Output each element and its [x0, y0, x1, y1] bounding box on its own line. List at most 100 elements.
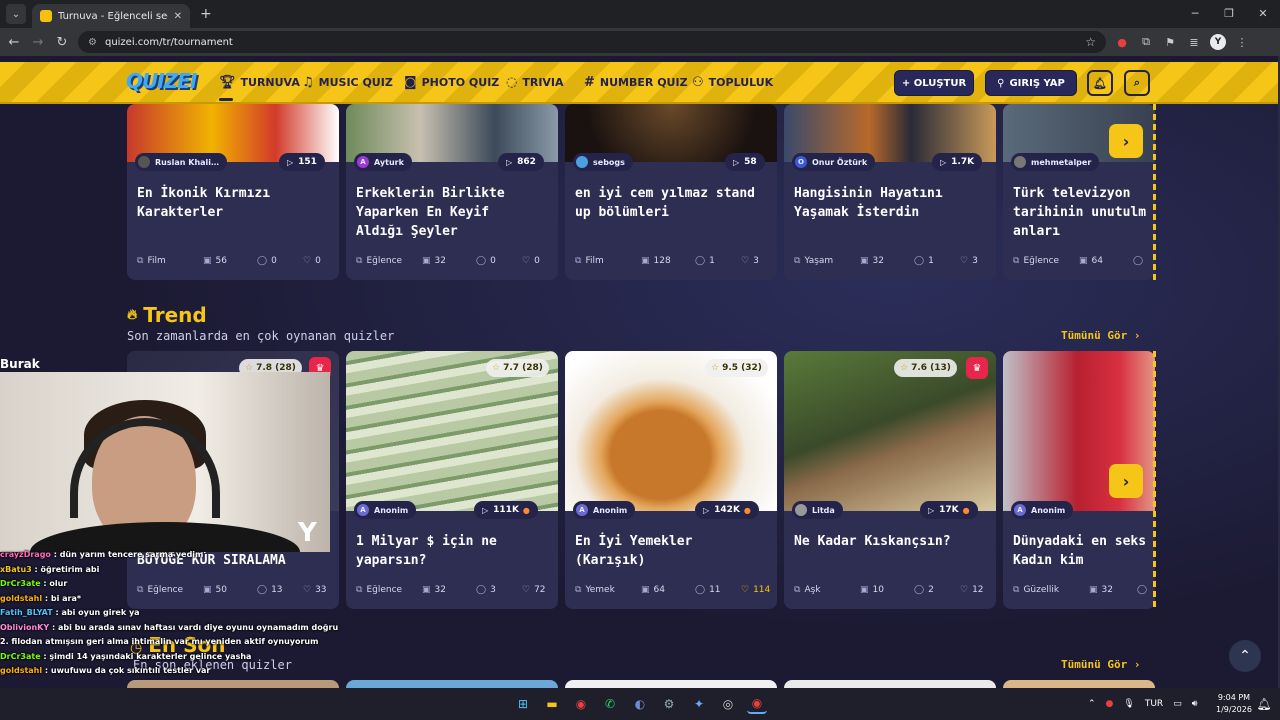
nav-topluluk[interactable]: ⚇ TOPLULUK: [692, 75, 773, 90]
restore-icon[interactable]: ❐: [1212, 0, 1246, 28]
tray-overflow-icon[interactable]: ⌃: [1088, 699, 1096, 709]
search-icon[interactable]: ⌕: [1124, 70, 1150, 96]
site-info-icon[interactable]: ⚙: [88, 37, 97, 48]
tray-app-icon[interactable]: ●: [1106, 699, 1114, 709]
quiz-card-peek[interactable]: [127, 680, 339, 688]
back-icon[interactable]: ←: [2, 35, 26, 50]
language-indicator[interactable]: TUR: [1145, 699, 1163, 709]
carousel-next-button[interactable]: ›: [1109, 124, 1143, 158]
quiz-title[interactable]: en iyi cem yılmaz stand up bölümleri: [575, 184, 775, 222]
chat-username[interactable]: OblivionKY: [0, 623, 49, 632]
quiz-title[interactable]: En İyi Yemekler (Karışık): [575, 532, 775, 570]
author-name: Onur Öztürk: [812, 157, 868, 167]
nav-turnuva[interactable]: 🏆︎ TURNUVA: [219, 75, 300, 90]
questions-icon: ▣: [641, 256, 650, 266]
network-icon[interactable]: ▭: [1173, 699, 1182, 709]
author-chip[interactable]: mehmetalper: [1011, 153, 1100, 171]
latest-see-all-link[interactable]: Tümünü Gör ›: [1061, 658, 1140, 671]
chat-username[interactable]: DrCr3ate: [0, 652, 41, 661]
author-chip[interactable]: A Anonim: [354, 501, 417, 519]
chat-username[interactable]: Fatih_BLYAT: [0, 608, 53, 617]
scroll-to-top-button[interactable]: ⌃: [1229, 640, 1261, 672]
url-bar[interactable]: ⚙ quizei.com/tr/tournament ☆: [78, 31, 1106, 53]
quiz-card-peek[interactable]: [346, 680, 558, 688]
new-tab-icon[interactable]: +: [200, 6, 212, 22]
nav-music-quiz[interactable]: ♫ MUSIC QUIZ: [302, 75, 393, 90]
quiz-card[interactable]: A Ayturk ▷ 862 Erkeklerin Birlikte Yaparke…: [346, 104, 558, 280]
nav-trivia[interactable]: ◌ TRIVIA: [506, 75, 564, 90]
play-icon: ▷: [733, 157, 740, 167]
nav-photo-quiz[interactable]: ◙ PHOTO QUIZ: [404, 75, 499, 90]
author-chip[interactable]: Litda: [792, 501, 843, 519]
quiz-title[interactable]: Erkeklerin Birlikte Yaparken En Keyif Al…: [356, 184, 556, 241]
nav-number-quiz[interactable]: # NUMBER QUIZ: [584, 75, 688, 90]
quiz-card[interactable]: Ruslan Khali… ▷ 151 En İkonik Kırmızı Kar…: [127, 104, 339, 280]
chat-username[interactable]: xBatu3: [0, 565, 32, 574]
category: Eğlence: [1023, 256, 1060, 266]
reload-icon[interactable]: ↻: [50, 35, 74, 50]
login-button[interactable]: ⚲ GIRIŞ YAP: [985, 70, 1077, 96]
file-explorer-icon[interactable]: ▬: [542, 694, 562, 714]
author-chip[interactable]: A Anonim: [1011, 501, 1074, 519]
create-button[interactable]: + OLUŞTUR: [894, 70, 974, 96]
chat-username[interactable]: goldstahl: [0, 594, 42, 603]
trend-see-all-link[interactable]: Tümünü Gör ›: [1061, 329, 1140, 342]
steam-icon[interactable]: ⚙: [659, 694, 679, 714]
bookmark-star-icon[interactable]: ☆: [1085, 35, 1096, 49]
extension-red-icon[interactable]: ●: [1110, 36, 1134, 49]
quiz-title[interactable]: 1 Milyar $ için ne yaparsın?: [356, 532, 556, 570]
chat-username[interactable]: goldstahl: [0, 666, 42, 675]
chrome-icon[interactable]: ◉: [571, 694, 591, 714]
browser-tab[interactable]: Turnuva - Eğlenceli seçimler ya ✕: [32, 4, 190, 28]
whatsapp-icon[interactable]: ✆: [600, 694, 620, 714]
extensions-puzzle-icon[interactable]: ⧉: [1134, 35, 1158, 49]
volume-icon[interactable]: 🔊︎: [1192, 699, 1198, 709]
chat-username[interactable]: DrCr3ate: [0, 579, 41, 588]
nav-label: MUSIC QUIZ: [318, 76, 393, 89]
notifications-icon[interactable]: 🔔︎: [1254, 694, 1274, 714]
author-chip[interactable]: A Anonim: [573, 501, 636, 519]
media-control-icon[interactable]: ≣: [1182, 36, 1206, 49]
app-icon[interactable]: ✦: [689, 694, 709, 714]
taskbar-clock[interactable]: 9:04 PM 1/9/2026: [1216, 692, 1252, 716]
carousel-next-button[interactable]: ›: [1109, 464, 1143, 498]
play-count: ▷ 1.7K: [932, 153, 983, 171]
microphone-icon[interactable]: 🎙︎: [1123, 699, 1134, 709]
quizei-logo[interactable]: QUIZEI: [126, 69, 197, 93]
quiz-card[interactable]: ☆ 7.7 (28) A Anonim ▷ 111K ● 1 Milyar $ için…: [346, 351, 558, 609]
obs-icon[interactable]: ◎: [718, 694, 738, 714]
profile-avatar[interactable]: Y: [1210, 34, 1226, 50]
quiz-title[interactable]: Hangisinin Hayatını Yaşamak İsterdin: [794, 184, 994, 222]
author-chip[interactable]: sebogs: [573, 153, 633, 171]
windows-start-icon[interactable]: ⊞: [513, 694, 533, 714]
chat-message: DrCr3ate : şimdi 14 yaşındaki karakterle…: [0, 651, 252, 661]
quiz-card-peek[interactable]: [1003, 680, 1155, 688]
quiz-card[interactable]: ☆ 9.5 (32) A Anonim ▷ 142K ● En İyi Yemekler…: [565, 351, 777, 609]
author-chip[interactable]: A Ayturk: [354, 153, 412, 171]
tab-search-icon[interactable]: ⌄: [6, 4, 26, 24]
close-window-icon[interactable]: ✕: [1246, 0, 1280, 28]
author-chip[interactable]: Ruslan Khali…: [135, 153, 228, 171]
author-chip[interactable]: O Onur Öztürk: [792, 153, 876, 171]
quiz-title[interactable]: En İkonik Kırmızı Karakterler: [137, 184, 337, 222]
close-tab-icon[interactable]: ✕: [174, 11, 182, 22]
minimize-icon[interactable]: ─: [1178, 0, 1212, 28]
url-text: quizei.com/tr/tournament: [104, 36, 233, 48]
discord-icon[interactable]: ◐: [630, 694, 650, 714]
like-count: 3: [753, 256, 759, 266]
quiz-card-peek[interactable]: [565, 680, 777, 688]
quiz-title[interactable]: Dünyadaki en seks Kadın kim: [1013, 532, 1155, 570]
forward-icon[interactable]: →: [26, 35, 50, 50]
quiz-card[interactable]: sebogs ▷ 58 en iyi cem yılmaz stand up bö…: [565, 104, 777, 280]
quiz-card-peek[interactable]: [784, 680, 996, 688]
chat-username[interactable]: crayzDrago: [0, 550, 51, 559]
quiz-card[interactable]: ☆ 7.6 (13) ♛ Litda ▷ 17K ● Ne Kadar Kıskanç…: [784, 351, 996, 609]
quiz-card[interactable]: O Onur Öztürk ▷ 1.7K Hangisinin Hayatını Y…: [784, 104, 996, 280]
browser-menu-icon[interactable]: ⋮: [1230, 36, 1254, 49]
chrome-active-icon[interactable]: ◉: [747, 694, 767, 714]
notification-bell-icon[interactable]: 🔔︎: [1087, 70, 1113, 96]
quiz-title[interactable]: Türk televizyon tarihinin unutulm anları: [1013, 184, 1155, 241]
chat-text: abi bu arada sınav haftası vardı diye oy…: [57, 622, 340, 632]
quiz-title[interactable]: Ne Kadar Kıskançsın?: [794, 532, 994, 551]
extension-icon[interactable]: ⚑: [1158, 36, 1182, 49]
